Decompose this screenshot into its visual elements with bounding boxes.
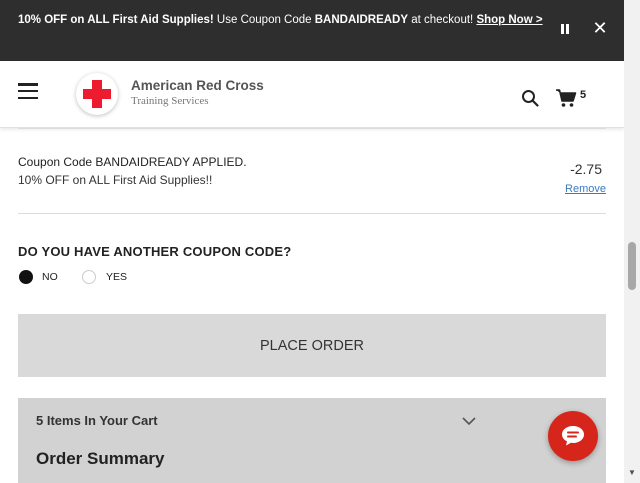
promo-code: BANDAIDREADY [314,14,409,26]
radio-yes[interactable] [82,270,96,284]
order-summary-title: Order Summary [36,449,165,468]
applied-coupon-row: Coupon Code BANDAIDREADY APPLIED. 10% OF… [18,128,606,214]
logo-subtitle: Training Services [131,95,209,107]
another-coupon-question: DO YOU HAVE ANOTHER COUPON CODE? [18,244,292,259]
radio-no[interactable] [19,270,33,284]
cart-count[interactable]: 5 [580,89,586,101]
coupon-amount: -2.75 [570,161,602,177]
search-icon[interactable] [521,89,539,107]
order-summary-panel[interactable]: 5 Items In Your Cart Order Summary [18,398,606,483]
close-icon[interactable]: ✕ [592,18,608,38]
remove-coupon-link[interactable]: Remove [565,183,606,195]
red-cross-logo[interactable] [76,73,118,115]
place-order-button[interactable]: PLACE ORDER [18,314,606,377]
chat-icon [562,426,584,446]
hamburger-icon[interactable] [18,83,38,99]
pause-icon[interactable] [558,22,572,36]
site-header: American Red Cross Training Services 5 [0,61,624,128]
promo-banner: 10% OFF on ALL First Aid Supplies! Use C… [0,0,624,61]
chat-button[interactable] [548,411,598,461]
scroll-down-arrow-icon[interactable]: ▼ [627,468,637,478]
promo-bold-text: 10% OFF on ALL First Aid Supplies! [18,14,214,26]
promo-text-part1: Use Coupon Code [213,14,315,26]
cart-icon[interactable] [555,88,577,108]
cart-items-count[interactable]: 5 Items In Your Cart [36,413,158,428]
coupon-title: Coupon Code BANDAIDREADY APPLIED. [18,155,247,169]
radio-yes-label[interactable]: YES [106,271,127,283]
scrollbar[interactable]: ▼ [624,0,640,483]
chevron-down-icon[interactable] [462,416,476,426]
radio-no-label[interactable]: NO [42,271,58,283]
logo-title[interactable]: American Red Cross [131,78,264,93]
coupon-description: 10% OFF on ALL First Aid Supplies!! [18,173,213,187]
promo-text-part2: at checkout! [408,14,477,26]
scrollbar-thumb[interactable] [628,242,636,290]
promo-text: 10% OFF on ALL First Aid Supplies! Use C… [18,11,548,29]
shop-now-link[interactable]: Shop Now > [476,14,542,26]
